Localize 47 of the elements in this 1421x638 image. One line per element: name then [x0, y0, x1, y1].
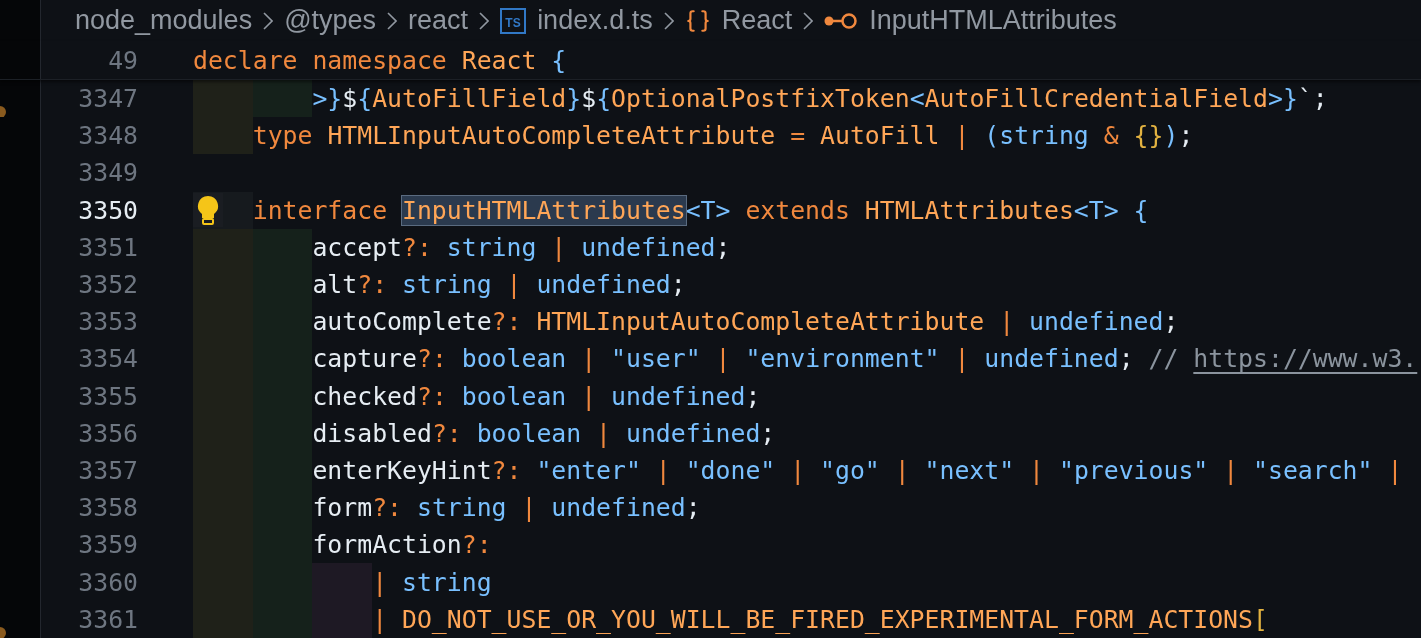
line-number: 3351: [77, 232, 138, 262]
line-number: 3359: [77, 530, 138, 560]
code-line: capture?: boolean | "user" | "environment" | undefined; // https://www.w3.: [312, 343, 1418, 376]
line-number: 3358: [77, 493, 138, 523]
code-line: interface InputHTMLAttributes<T> extends HTMLAttributes<T> {: [252, 194, 1149, 227]
breadcrumb-item[interactable]: react: [408, 5, 469, 36]
typescript-file-icon: TS: [500, 7, 527, 34]
code-line: accept?: string | undefined;: [312, 231, 731, 264]
code-line: disabled?: boolean | undefined;: [312, 417, 776, 450]
code-line: autoComplete?: HTMLInputAutoCompleteAttribute | undefined;: [312, 306, 1179, 339]
breadcrumb-item[interactable]: InputHTMLAttributes: [869, 5, 1117, 36]
line-number: 3356: [77, 418, 138, 448]
code-line: alt?: string | undefined;: [312, 269, 686, 302]
code-line: | DO_NOT_USE_OR_YOU_WILL_BE_FIRED_EXPERIMENTAL_FORM_ACTIONS[: [372, 603, 1268, 636]
glyph-margin: [0, 0, 41, 41]
line-number: 3360: [77, 567, 138, 597]
breadcrumb-item[interactable]: index.d.ts: [537, 5, 653, 36]
line-number: 3357: [77, 455, 138, 485]
breadcrumb-item[interactable]: @types: [284, 5, 377, 36]
code-line: checked?: boolean | undefined;: [312, 380, 761, 413]
line-number: 3353: [77, 307, 138, 337]
chevron-right-icon: [387, 11, 398, 30]
chevron-right-icon: [479, 11, 490, 30]
chevron-right-icon: [663, 11, 674, 30]
line-number: 3349: [77, 158, 138, 188]
code-line: | string: [372, 566, 492, 599]
lightbulb-icon[interactable]: [197, 195, 219, 226]
breadcrumb-item[interactable]: node_modules: [75, 5, 253, 36]
code-line: >}${AutoFillField}${OptionalPostfixToken<AutoFillCredentialField>}`;: [312, 83, 1328, 116]
code-line: formAction?:: [312, 529, 492, 562]
line-number: 3361: [77, 604, 138, 634]
code-line: declare namespace React {: [193, 44, 567, 77]
line-number: 49: [107, 45, 138, 75]
braces-icon: [684, 7, 711, 34]
code-line: form?: string | undefined;: [312, 492, 701, 525]
code-line: type HTMLInputAutoCompleteAttribute = AutoFill | (string & {});: [252, 120, 1194, 153]
line-number: 3354: [77, 344, 138, 374]
line-number: 3348: [77, 121, 138, 151]
interface-icon: [824, 12, 859, 29]
breadcrumb-item[interactable]: React: [721, 5, 793, 36]
chevron-right-icon: [803, 11, 814, 30]
line-number: 3350: [77, 195, 138, 225]
line-number: 3347: [77, 84, 138, 114]
line-number: 3355: [77, 381, 138, 411]
code-line: enterKeyHint?: "enter" | "done" | "go" | "next" | "previous" | "search" |: [312, 454, 1403, 487]
line-number: 3352: [77, 270, 138, 300]
chevron-right-icon: [263, 11, 274, 30]
